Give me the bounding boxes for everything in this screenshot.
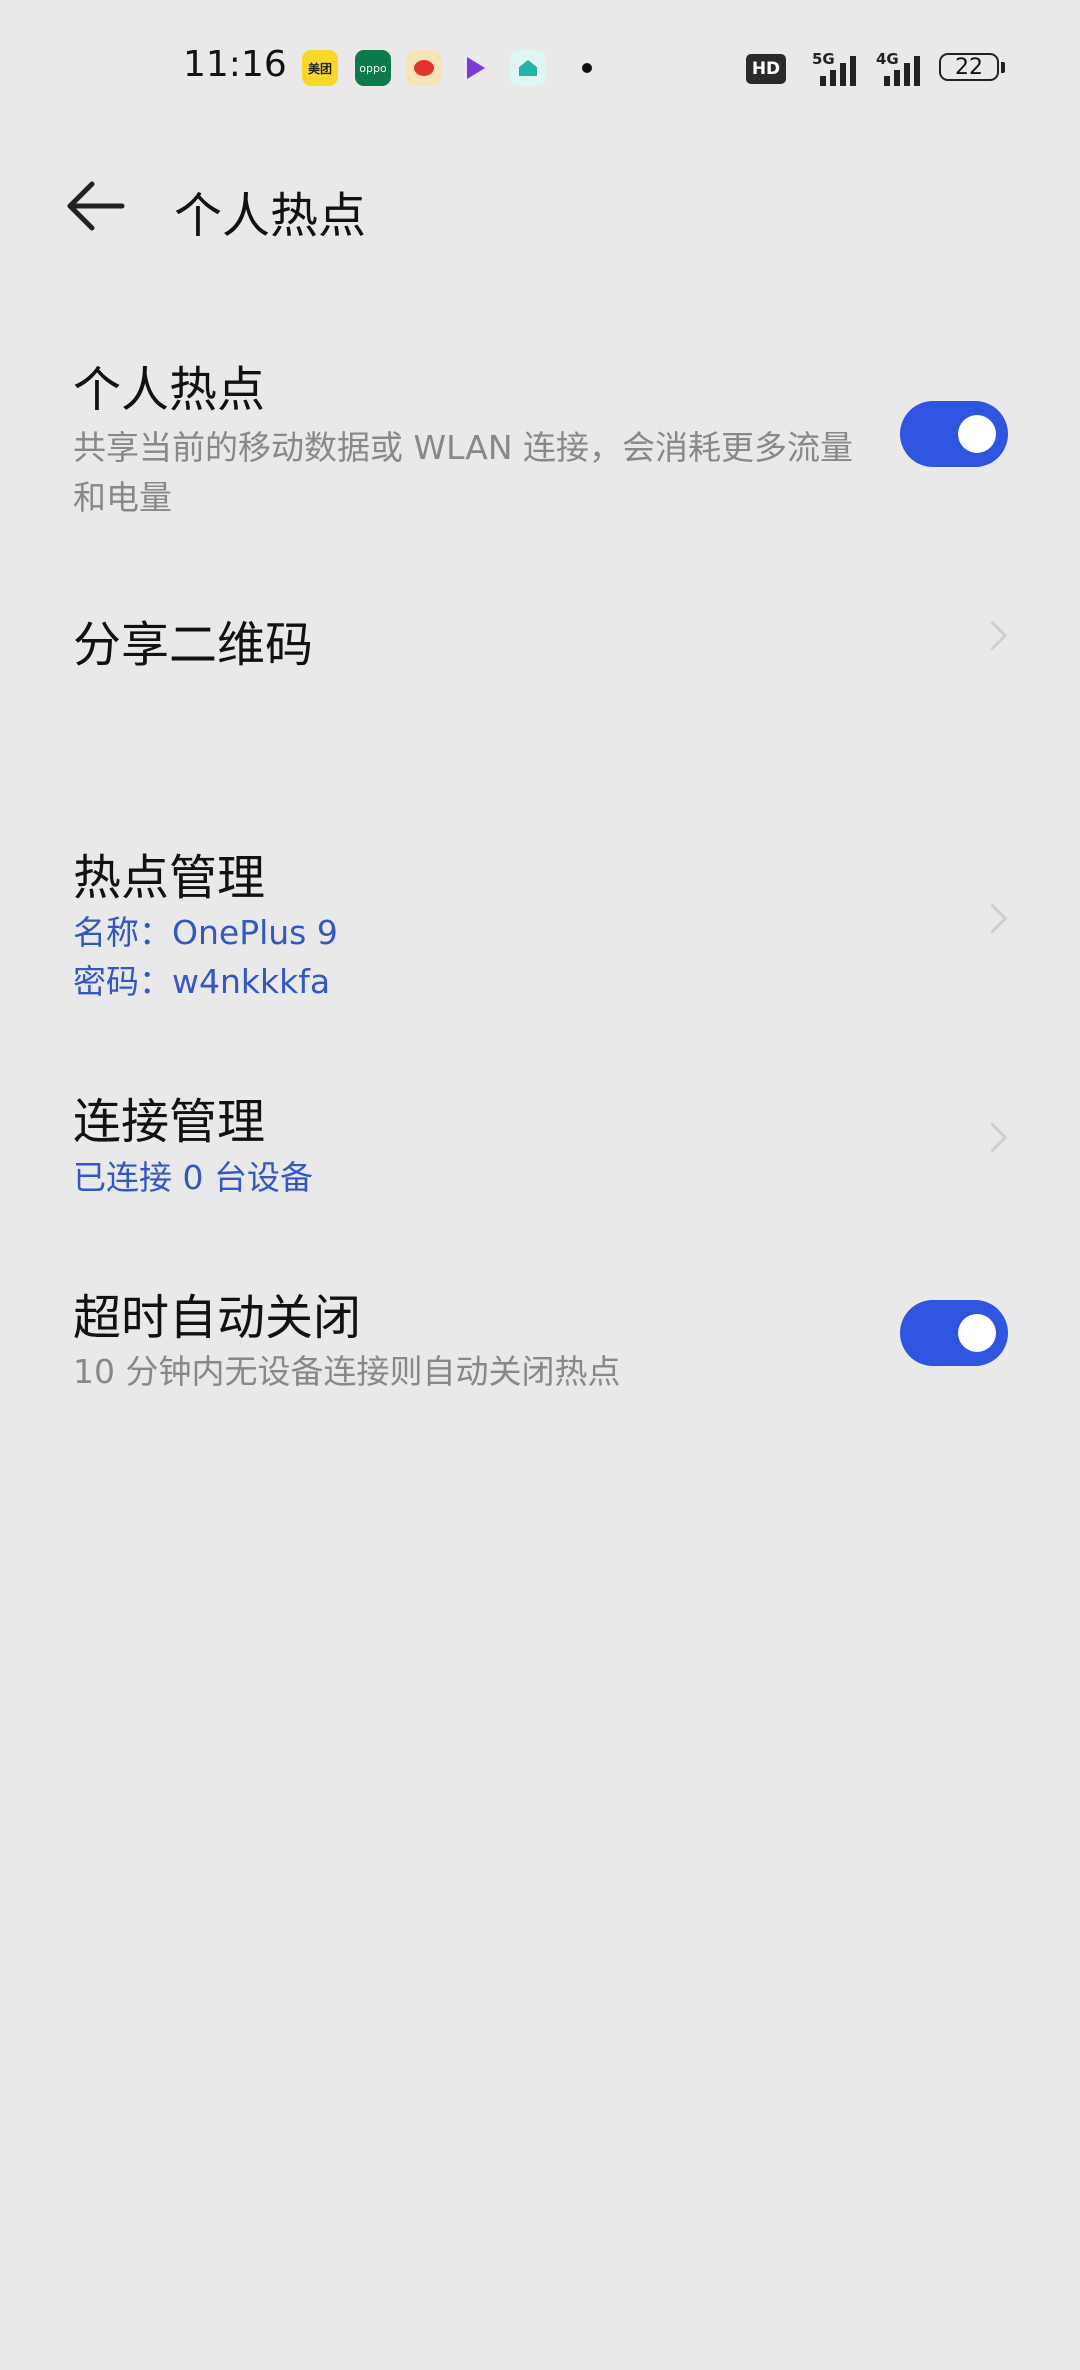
- chevron-right-icon: [977, 1122, 1008, 1153]
- chevron-right-icon: [977, 620, 1008, 651]
- status-bar: 11:16 美团 oppo HD 5G 4G 22: [0, 0, 1080, 135]
- auto-off-title: 超时自动关闭: [73, 1290, 362, 1346]
- meituan-icon: 美团: [302, 50, 338, 86]
- status-time: 11:16: [183, 44, 287, 85]
- battery-icon: 22: [939, 53, 999, 81]
- auto-off-description: 10 分钟内无设备连接则自动关闭热点: [73, 1352, 621, 1391]
- battery-tip: [1001, 62, 1005, 73]
- hotspot-title: 个人热点: [73, 362, 266, 418]
- auto-off-toggle[interactable]: [900, 1300, 1008, 1366]
- signal-4g-label: 4G: [876, 50, 899, 68]
- back-arrow-icon: [67, 181, 125, 231]
- hotspot-password: 密码：w4nkkkfa: [73, 962, 331, 1001]
- page-title: 个人热点: [174, 188, 367, 244]
- chevron-right-icon: [977, 903, 1008, 934]
- signal-4g-icon: 4G: [876, 50, 926, 86]
- share-qr-title: 分享二维码: [73, 617, 314, 673]
- home-app-icon: [510, 50, 546, 86]
- app-icon: [458, 50, 494, 86]
- more-notifications-dot-icon: [582, 63, 592, 73]
- signal-5g-label: 5G: [812, 50, 835, 68]
- hotspot-description: 共享当前的移动数据或 WLAN 连接，会消耗更多流量和电量: [73, 428, 854, 517]
- toggle-knob: [958, 415, 996, 453]
- weibo-icon: [406, 50, 442, 86]
- toggle-knob: [958, 1314, 996, 1352]
- signal-5g-icon: 5G: [812, 50, 862, 86]
- back-button[interactable]: [66, 180, 126, 232]
- connection-management-title: 连接管理: [73, 1094, 266, 1150]
- oppo-icon: oppo: [355, 50, 391, 86]
- hotspot-name: 名称：OnePlus 9: [73, 913, 338, 952]
- hotspot-management-title: 热点管理: [73, 850, 266, 906]
- hotspot-toggle[interactable]: [900, 401, 1008, 467]
- hd-voice-icon: HD: [746, 54, 786, 84]
- connected-devices-status: 已连接 0 台设备: [73, 1158, 313, 1197]
